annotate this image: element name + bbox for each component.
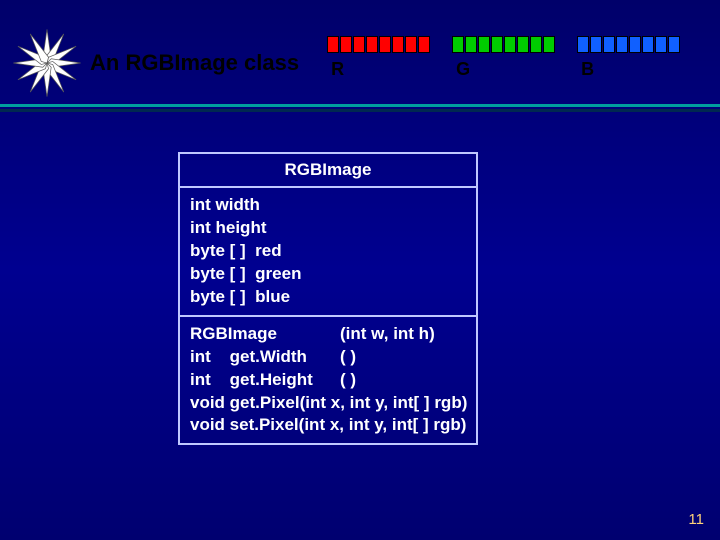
color-cell (353, 36, 365, 53)
strip-label: G (456, 59, 470, 80)
color-cell (452, 36, 464, 53)
color-cell (616, 36, 628, 53)
color-strip: G (452, 36, 555, 80)
uml-operation: int get.Height( ) (190, 369, 466, 392)
color-cells (452, 36, 555, 53)
uml-operation: void get.Pixel(int x, int y, int[ ] rgb) (190, 392, 466, 415)
color-cell (379, 36, 391, 53)
uml-class-box: RGBImage int width int height byte [ ] r… (178, 152, 478, 445)
uml-operation: void set.Pixel(int x, int y, int[ ] rgb) (190, 414, 466, 437)
color-cell (629, 36, 641, 53)
color-strip: B (577, 36, 680, 80)
color-cell (504, 36, 516, 53)
divider (0, 104, 720, 112)
op-args: (int w, int h) (340, 323, 435, 346)
op-args: (int x, int y, int[ ] rgb) (300, 392, 468, 415)
color-cell (327, 36, 339, 53)
color-cell (465, 36, 477, 53)
color-cells (577, 36, 680, 53)
op-args: ( ) (340, 369, 356, 392)
uml-attributes: int width int height byte [ ] red byte [… (180, 188, 476, 317)
color-cell (655, 36, 667, 53)
op-args: (int x, int y, int[ ] rgb) (299, 414, 467, 437)
color-cell (530, 36, 542, 53)
uml-operation: RGBImage(int w, int h) (190, 323, 466, 346)
color-cell (642, 36, 654, 53)
color-cell (517, 36, 529, 53)
color-cell (478, 36, 490, 53)
uml-operations: RGBImage(int w, int h)int get.Width( )in… (180, 317, 476, 444)
color-cell (590, 36, 602, 53)
color-cell (405, 36, 417, 53)
op-return: int get.Width (190, 346, 340, 369)
uml-class-name: RGBImage (180, 154, 476, 188)
op-return: void set.Pixel (190, 414, 299, 437)
op-return: void get.Pixel (190, 392, 300, 415)
color-cell (491, 36, 503, 53)
color-strip: R (327, 36, 430, 80)
op-args: ( ) (340, 346, 356, 369)
op-return: RGBImage (190, 323, 340, 346)
color-cell (392, 36, 404, 53)
slide-header: An RGBImage class R G B (0, 28, 720, 98)
color-cell (668, 36, 680, 53)
strip-label: B (581, 59, 594, 80)
color-cell (418, 36, 430, 53)
color-cell (340, 36, 352, 53)
color-cell (603, 36, 615, 53)
slide-title: An RGBImage class (90, 50, 299, 76)
color-cells (327, 36, 430, 53)
starburst-icon (12, 28, 82, 98)
strip-label: R (331, 59, 344, 80)
color-cell (543, 36, 555, 53)
color-cell (577, 36, 589, 53)
op-return: int get.Height (190, 369, 340, 392)
page-number: 11 (688, 511, 704, 528)
rgb-strips: RGB (327, 36, 680, 80)
color-cell (366, 36, 378, 53)
uml-operation: int get.Width( ) (190, 346, 466, 369)
